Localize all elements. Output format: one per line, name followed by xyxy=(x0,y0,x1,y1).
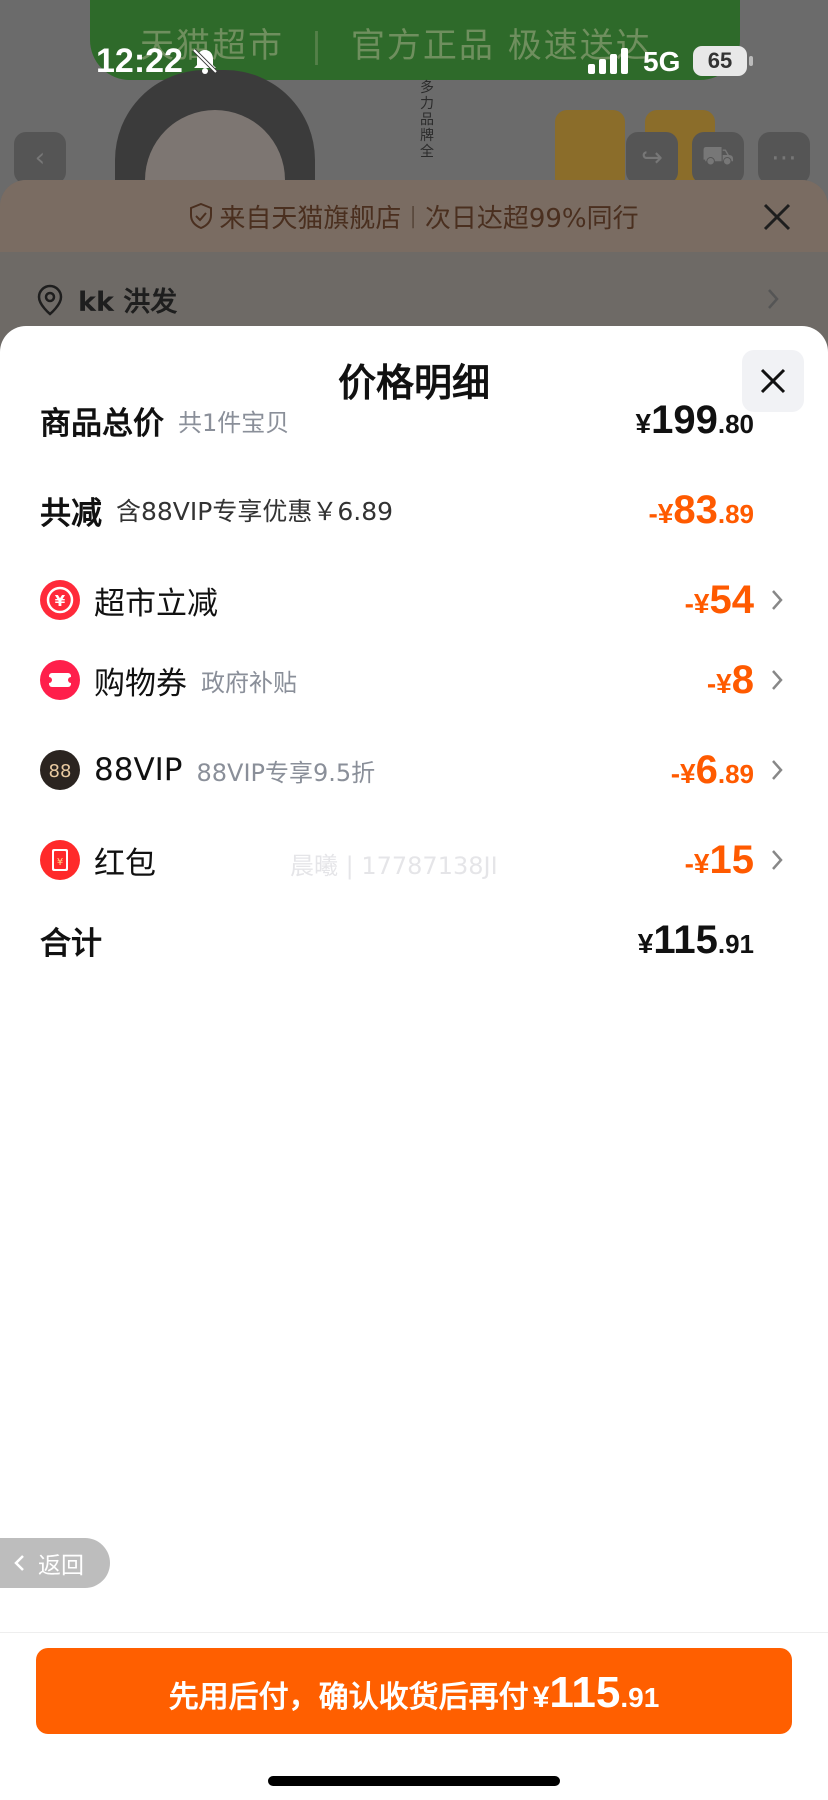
chevron-left-icon xyxy=(14,1555,24,1571)
row-shopping-coupon[interactable]: 购物券 政府补贴 -¥ 8 xyxy=(40,650,788,710)
cta-text: 先用后付，确认收货后再付 xyxy=(168,1680,529,1715)
notice-left-text: 来自天猫旗舰店 xyxy=(219,203,402,234)
watermark: 晨曦 | 17787138JI xyxy=(290,852,498,880)
status-time: 12:22 xyxy=(96,42,183,80)
item-amount: -¥ 54 xyxy=(684,578,754,622)
close-icon[interactable] xyxy=(762,202,792,232)
discount-amount: -¥ 83 .89 xyxy=(648,488,754,532)
row-88vip[interactable]: 88 88VIP 88VIP专享9.5折 -¥ 6 .89 xyxy=(40,740,788,800)
row-sub: 共1件宝贝 xyxy=(178,408,290,437)
total-amount: ¥ 199 .80 xyxy=(635,398,754,442)
store-notice: 来自天猫旗舰店 | 次日达超99%同行 xyxy=(0,180,828,252)
row-sum: 合计 ¥ 115 .91 xyxy=(40,910,788,970)
chevron-right-icon xyxy=(768,289,779,309)
delivery-address[interactable]: kk 洪发 xyxy=(36,280,177,319)
row-label: 88VIP xyxy=(94,752,183,788)
bell-off-icon xyxy=(192,48,218,74)
row-label: 合计 xyxy=(40,925,102,962)
row-total-discount: 共减 含88VIP专享优惠￥6.89 -¥ 83 .89 xyxy=(40,480,788,540)
signal-icon xyxy=(588,48,628,74)
battery-level: 65 xyxy=(693,46,753,76)
location-pin-icon xyxy=(37,284,63,316)
svg-text:¥: ¥ xyxy=(57,857,63,868)
sum-amount: ¥ 115 .91 xyxy=(637,918,754,962)
row-sub: 政府补贴 xyxy=(201,668,297,697)
row-label: 购物券 xyxy=(94,665,187,702)
row-label: 商品总价 xyxy=(40,405,164,442)
footer-divider xyxy=(0,1632,828,1633)
row-label: 红包 xyxy=(94,845,156,882)
svg-text:¥: ¥ xyxy=(55,592,66,610)
chevron-right-icon xyxy=(772,590,783,610)
red-packet-icon: ¥ xyxy=(40,840,80,880)
chevron-right-icon xyxy=(772,850,783,870)
row-label: 超市立减 xyxy=(94,585,218,622)
pay-later-button[interactable]: 先用后付，确认收货后再付 ¥ 115 .91 xyxy=(36,1648,792,1734)
home-indicator xyxy=(268,1776,560,1786)
row-sub: 88VIP专享9.5折 xyxy=(196,758,376,787)
share-icon[interactable]: ↪ xyxy=(626,132,678,184)
network-type: 5G xyxy=(643,46,681,77)
address-text: kk 洪发 xyxy=(78,287,178,318)
row-sub: 含88VIP专享优惠￥6.89 xyxy=(116,497,394,526)
row-label: 共减 xyxy=(40,495,102,532)
back-button[interactable]: 返回 xyxy=(0,1538,110,1588)
back-label: 返回 xyxy=(38,1553,84,1579)
vip88-icon: 88 xyxy=(40,750,80,790)
back-arrow-icon[interactable]: ‹ xyxy=(14,132,66,184)
row-supermarket-discount[interactable]: ¥ 超市立减 -¥ 54 xyxy=(40,570,788,630)
item-amount: -¥ 8 xyxy=(706,658,754,702)
row-total-price: 商品总价 共1件宝贝 ¥ 199 .80 xyxy=(40,390,788,450)
price-detail-sheet: 价格明细 商品总价 共1件宝贝 ¥ 199 .80 共减 含88VIP专享优惠￥… xyxy=(0,326,828,1800)
svg-text:88: 88 xyxy=(49,761,72,782)
status-bar: 12:22 5G 65 xyxy=(0,0,828,120)
item-amount: -¥ 6 .89 xyxy=(670,748,754,792)
chevron-right-icon xyxy=(772,760,783,780)
supermarket-discount-icon: ¥ xyxy=(40,580,80,620)
item-amount: -¥ 15 xyxy=(684,838,754,882)
chevron-right-icon xyxy=(772,670,783,690)
shield-check-icon xyxy=(190,203,213,229)
notice-right-text: 次日达超99%同行 xyxy=(424,203,639,234)
coupon-icon xyxy=(40,660,80,700)
cart-icon[interactable]: ⛟ xyxy=(692,132,744,184)
more-icon[interactable]: ⋯ xyxy=(758,132,810,184)
